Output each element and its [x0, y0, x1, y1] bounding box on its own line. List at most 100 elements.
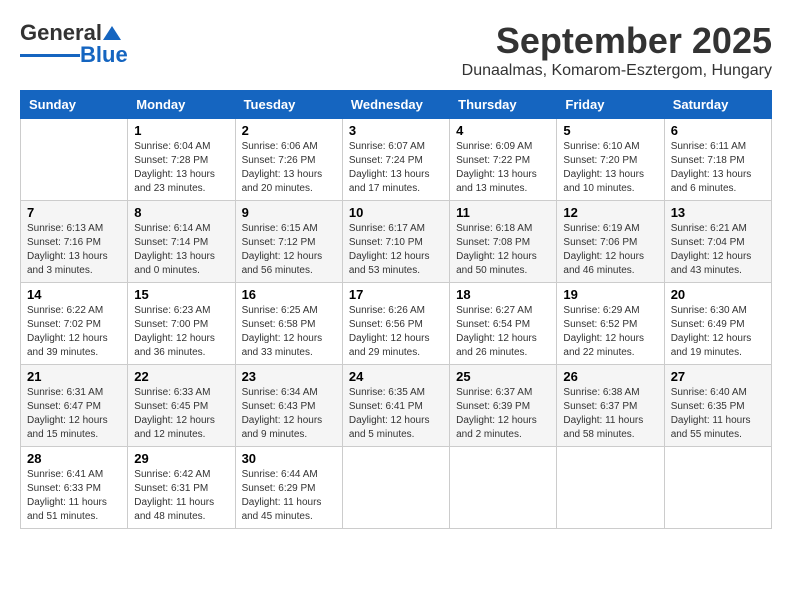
day-info: Sunrise: 6:19 AMSunset: 7:06 PMDaylight:…: [563, 222, 657, 278]
calendar-cell: 12 Sunrise: 6:19 AMSunset: 7:06 PMDayligh…: [557, 201, 664, 283]
day-number: 9: [242, 205, 336, 220]
day-number: 10: [349, 205, 443, 220]
calendar-cell: 27 Sunrise: 6:40 AMSunset: 6:35 PMDayligh…: [664, 365, 771, 447]
header-friday: Friday: [557, 91, 664, 119]
day-info: Sunrise: 6:41 AMSunset: 6:33 PMDaylight:…: [27, 468, 121, 524]
day-number: 21: [27, 369, 121, 384]
calendar-cell: 2Sunrise: 6:06 AMSunset: 7:26 PMDaylight…: [235, 119, 342, 201]
day-number: 27: [671, 369, 765, 384]
calendar-cell: 29 Sunrise: 6:42 AMSunset: 6:31 PMDayligh…: [128, 447, 235, 529]
header-thursday: Thursday: [450, 91, 557, 119]
day-info: Sunrise: 6:34 AMSunset: 6:43 PMDaylight:…: [242, 386, 336, 442]
day-number: 19: [563, 287, 657, 302]
calendar-cell: 11 Sunrise: 6:18 AMSunset: 7:08 PMDayligh…: [450, 201, 557, 283]
month-title: September 2025: [462, 20, 772, 62]
title-block: September 2025 Dunaalmas, Komarom-Eszter…: [462, 20, 772, 80]
day-number: 3: [349, 123, 443, 138]
calendar-cell: [342, 447, 449, 529]
week-row-4: 21 Sunrise: 6:31 AMSunset: 6:47 PMDayligh…: [21, 365, 772, 447]
day-info: Sunrise: 6:22 AMSunset: 7:02 PMDaylight:…: [27, 304, 121, 360]
day-number: 4: [456, 123, 550, 138]
day-info: Sunrise: 6:17 AMSunset: 7:10 PMDaylight:…: [349, 222, 443, 278]
day-info: Sunrise: 6:04 AMSunset: 7:28 PMDaylight:…: [134, 140, 228, 196]
calendar-cell: [21, 119, 128, 201]
day-number: 25: [456, 369, 550, 384]
calendar-cell: 4 Sunrise: 6:09 AMSunset: 7:22 PMDaylight…: [450, 119, 557, 201]
day-info: Sunrise: 6:31 AMSunset: 6:47 PMDaylight:…: [27, 386, 121, 442]
day-info: Sunrise: 6:40 AMSunset: 6:35 PMDaylight:…: [671, 386, 765, 442]
page-header: General Blue September 2025 Dunaalmas, K…: [20, 20, 772, 80]
location: Dunaalmas, Komarom-Esztergom, Hungary: [462, 62, 772, 80]
day-number: 14: [27, 287, 121, 302]
header-monday: Monday: [128, 91, 235, 119]
day-info: Sunrise: 6:11 AMSunset: 7:18 PMDaylight:…: [671, 140, 765, 196]
day-number: 22: [134, 369, 228, 384]
day-info: Sunrise: 6:29 AMSunset: 6:52 PMDaylight:…: [563, 304, 657, 360]
day-number: 8: [134, 205, 228, 220]
calendar-cell: 15Sunrise: 6:23 AMSunset: 7:00 PMDayligh…: [128, 283, 235, 365]
day-info: Sunrise: 6:09 AMSunset: 7:22 PMDaylight:…: [456, 140, 550, 196]
day-info: Sunrise: 6:30 AMSunset: 6:49 PMDaylight:…: [671, 304, 765, 360]
week-row-2: 7 Sunrise: 6:13 AMSunset: 7:16 PMDaylight…: [21, 201, 772, 283]
day-info: Sunrise: 6:15 AMSunset: 7:12 PMDaylight:…: [242, 222, 336, 278]
calendar-cell: 17Sunrise: 6:26 AMSunset: 6:56 PMDayligh…: [342, 283, 449, 365]
day-info: Sunrise: 6:23 AMSunset: 7:00 PMDaylight:…: [134, 304, 228, 360]
day-info: Sunrise: 6:21 AMSunset: 7:04 PMDaylight:…: [671, 222, 765, 278]
day-number: 29: [134, 451, 228, 466]
week-row-5: 28 Sunrise: 6:41 AMSunset: 6:33 PMDayligh…: [21, 447, 772, 529]
day-number: 2: [242, 123, 336, 138]
calendar-cell: 1 Sunrise: 6:04 AMSunset: 7:28 PMDaylight…: [128, 119, 235, 201]
logo-bird-icon: [103, 24, 121, 42]
day-number: 6: [671, 123, 765, 138]
calendar-cell: [664, 447, 771, 529]
calendar-cell: [557, 447, 664, 529]
week-row-3: 14 Sunrise: 6:22 AMSunset: 7:02 PMDayligh…: [21, 283, 772, 365]
day-info: Sunrise: 6:13 AMSunset: 7:16 PMDaylight:…: [27, 222, 121, 278]
day-info: Sunrise: 6:44 AMSunset: 6:29 PMDaylight:…: [242, 468, 336, 524]
calendar-cell: 16 Sunrise: 6:25 AMSunset: 6:58 PMDayligh…: [235, 283, 342, 365]
day-number: 20: [671, 287, 765, 302]
calendar-cell: 21 Sunrise: 6:31 AMSunset: 6:47 PMDayligh…: [21, 365, 128, 447]
calendar-cell: [450, 447, 557, 529]
calendar-cell: 26Sunrise: 6:38 AMSunset: 6:37 PMDayligh…: [557, 365, 664, 447]
day-number: 23: [242, 369, 336, 384]
header-wednesday: Wednesday: [342, 91, 449, 119]
calendar-cell: 10 Sunrise: 6:17 AMSunset: 7:10 PMDayligh…: [342, 201, 449, 283]
calendar-cell: 22 Sunrise: 6:33 AMSunset: 6:45 PMDayligh…: [128, 365, 235, 447]
calendar-cell: 6 Sunrise: 6:11 AMSunset: 7:18 PMDaylight…: [664, 119, 771, 201]
day-info: Sunrise: 6:18 AMSunset: 7:08 PMDaylight:…: [456, 222, 550, 278]
day-info: Sunrise: 6:42 AMSunset: 6:31 PMDaylight:…: [134, 468, 228, 524]
calendar-cell: 5Sunrise: 6:10 AMSunset: 7:20 PMDaylight…: [557, 119, 664, 201]
day-info: Sunrise: 6:25 AMSunset: 6:58 PMDaylight:…: [242, 304, 336, 360]
day-number: 12: [563, 205, 657, 220]
day-number: 18: [456, 287, 550, 302]
day-number: 13: [671, 205, 765, 220]
calendar-cell: 3 Sunrise: 6:07 AMSunset: 7:24 PMDaylight…: [342, 119, 449, 201]
day-info: Sunrise: 6:37 AMSunset: 6:39 PMDaylight:…: [456, 386, 550, 442]
header-row: SundayMondayTuesdayWednesdayThursdayFrid…: [21, 91, 772, 119]
header-sunday: Sunday: [21, 91, 128, 119]
day-number: 28: [27, 451, 121, 466]
calendar-header: SundayMondayTuesdayWednesdayThursdayFrid…: [21, 91, 772, 119]
logo-underline: [20, 54, 80, 57]
day-info: Sunrise: 6:07 AMSunset: 7:24 PMDaylight:…: [349, 140, 443, 196]
calendar-cell: 19 Sunrise: 6:29 AMSunset: 6:52 PMDayligh…: [557, 283, 664, 365]
calendar-cell: 28 Sunrise: 6:41 AMSunset: 6:33 PMDayligh…: [21, 447, 128, 529]
calendar-cell: 7 Sunrise: 6:13 AMSunset: 7:16 PMDaylight…: [21, 201, 128, 283]
header-tuesday: Tuesday: [235, 91, 342, 119]
header-saturday: Saturday: [664, 91, 771, 119]
day-number: 11: [456, 205, 550, 220]
day-number: 7: [27, 205, 121, 220]
day-number: 30: [242, 451, 336, 466]
calendar-table: SundayMondayTuesdayWednesdayThursdayFrid…: [20, 90, 772, 529]
day-number: 5: [563, 123, 657, 138]
calendar-cell: 24Sunrise: 6:35 AMSunset: 6:41 PMDayligh…: [342, 365, 449, 447]
logo-blue: Blue: [80, 42, 128, 68]
day-number: 1: [134, 123, 228, 138]
calendar-cell: 9 Sunrise: 6:15 AMSunset: 7:12 PMDaylight…: [235, 201, 342, 283]
day-info: Sunrise: 6:26 AMSunset: 6:56 PMDaylight:…: [349, 304, 443, 360]
day-number: 16: [242, 287, 336, 302]
day-info: Sunrise: 6:33 AMSunset: 6:45 PMDaylight:…: [134, 386, 228, 442]
calendar-cell: 18Sunrise: 6:27 AMSunset: 6:54 PMDayligh…: [450, 283, 557, 365]
day-info: Sunrise: 6:14 AMSunset: 7:14 PMDaylight:…: [134, 222, 228, 278]
